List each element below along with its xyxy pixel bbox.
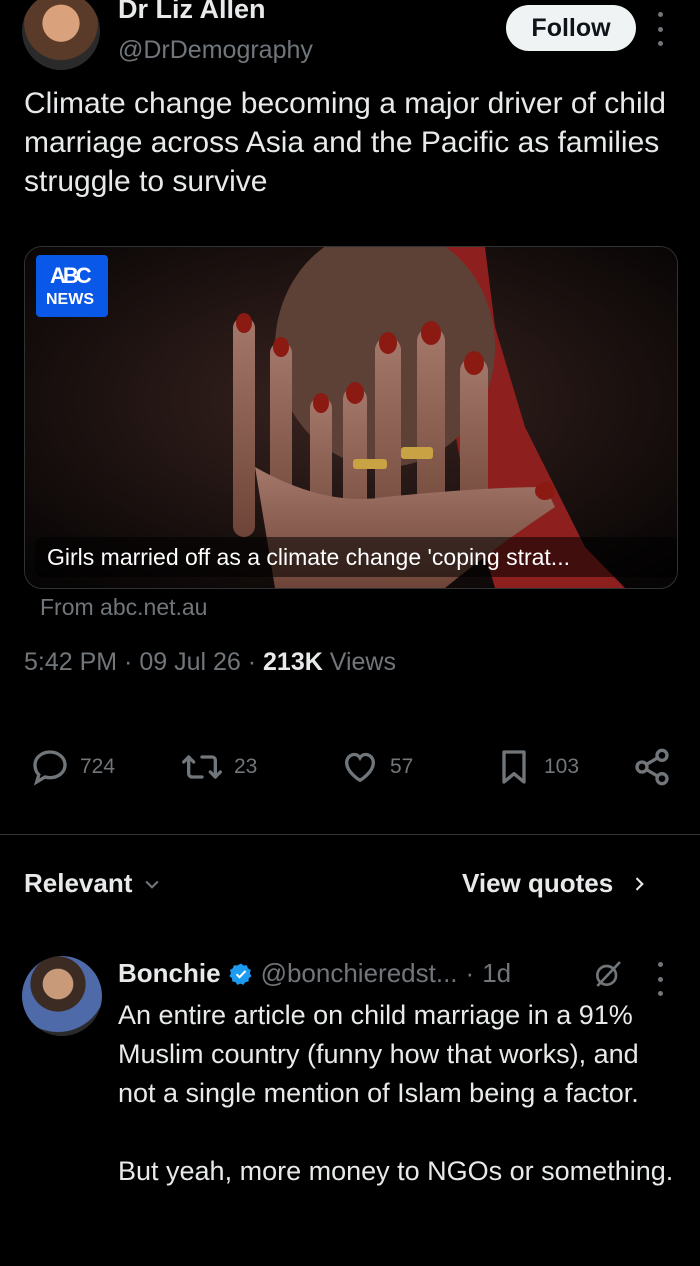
reply-paragraph: But yeah, more money to NGOs or somethin… xyxy=(118,1156,674,1186)
views-label: Views xyxy=(329,648,396,676)
card-caption[interactable]: Girls married off as a climate change 'c… xyxy=(35,537,677,577)
tweet-date: 09 Jul 26 xyxy=(139,648,241,676)
sort-label: Relevant xyxy=(24,868,133,898)
grok-icon[interactable] xyxy=(592,958,624,990)
reply-author-handle[interactable]: @bonchieredst... xyxy=(261,958,458,989)
share-icon xyxy=(635,748,669,786)
tweet-text: Climate change becoming a major driver o… xyxy=(24,87,666,198)
reply-time: 1d xyxy=(482,958,512,988)
reply-avatar[interactable] xyxy=(22,956,102,1036)
tweet-meta: 5:42 PM · 09 Jul 26 · 213K Views xyxy=(24,648,396,676)
like-action[interactable]: 57 xyxy=(340,744,413,790)
author-avatar[interactable] xyxy=(22,0,100,70)
chevron-down-icon xyxy=(145,880,159,889)
bookmark-icon xyxy=(502,750,526,784)
like-count: 57 xyxy=(390,755,414,778)
verified-badge-icon xyxy=(228,963,251,985)
repost-icon xyxy=(182,755,222,779)
chevron-right-icon xyxy=(635,876,645,891)
reply-text: An entire article on child marriage in a… xyxy=(118,996,678,1191)
reply-action[interactable]: 724 xyxy=(30,744,115,790)
bookmark-count: 103 xyxy=(544,755,580,778)
reply-icon xyxy=(33,750,67,786)
view-quotes-label: View quotes xyxy=(462,868,614,898)
tweet-time: 5:42 PM xyxy=(24,648,118,676)
heart-icon xyxy=(344,752,376,783)
author-name[interactable]: Dr Liz Allen xyxy=(118,0,266,25)
reply-paragraph: An entire article on child marriage in a… xyxy=(118,1000,639,1108)
views-count: 213K xyxy=(263,648,323,676)
link-card[interactable]: ABC NEWS Girls married off as a climate … xyxy=(24,246,678,589)
more-options-icon[interactable] xyxy=(655,12,665,46)
author-handle[interactable]: @DrDemography xyxy=(118,36,313,65)
reply-more-options-icon[interactable] xyxy=(655,962,665,996)
reply-header: Bonchie @bonchieredst... · 1d xyxy=(118,958,511,989)
share-action[interactable] xyxy=(632,744,672,790)
reply-author-name[interactable]: Bonchie xyxy=(118,958,221,989)
divider xyxy=(0,834,700,835)
repost-count: 23 xyxy=(234,755,258,778)
follow-button[interactable]: Follow xyxy=(506,5,636,51)
bookmark-action[interactable]: 103 xyxy=(494,744,579,790)
source-link[interactable]: From abc.net.au xyxy=(40,594,207,621)
abc-news-logo: ABC NEWS xyxy=(36,255,108,317)
view-quotes-link[interactable]: View quotes xyxy=(462,868,649,899)
reply-count: 724 xyxy=(80,755,116,778)
repost-action[interactable]: 23 xyxy=(180,744,257,790)
sort-dropdown[interactable]: Relevant xyxy=(24,868,162,899)
dot-separator: · xyxy=(465,958,475,988)
